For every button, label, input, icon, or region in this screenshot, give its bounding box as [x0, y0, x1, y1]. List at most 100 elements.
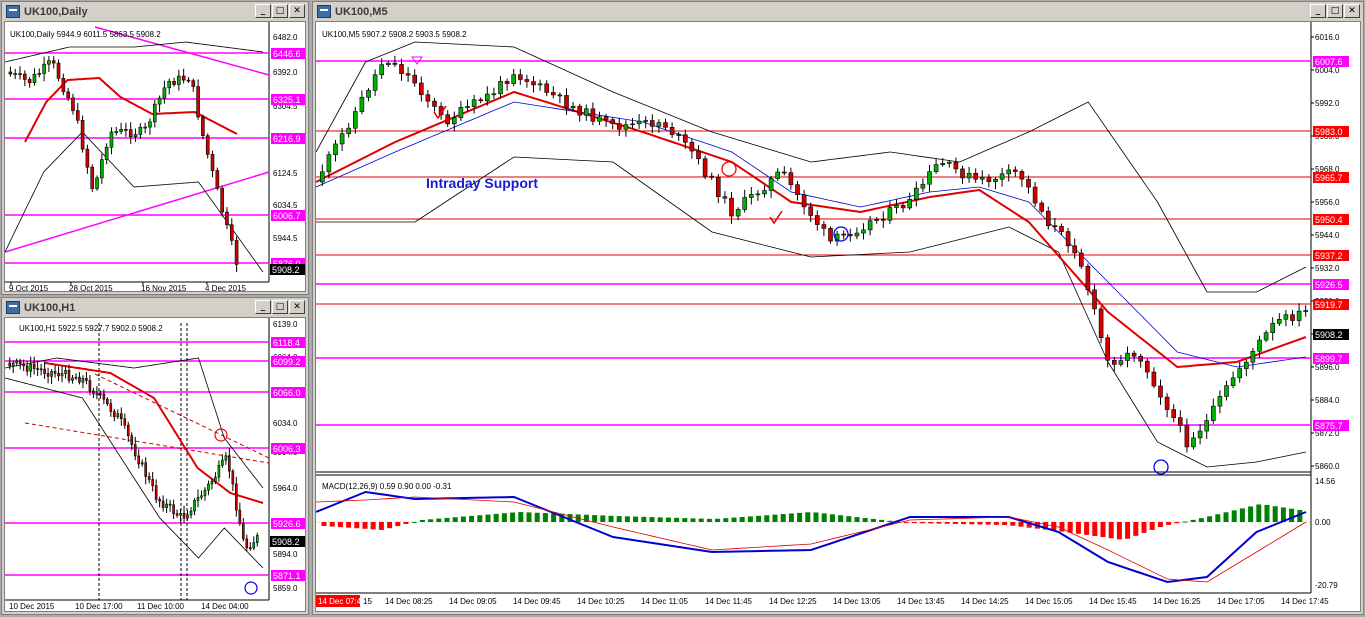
m5-candle — [755, 193, 761, 196]
m5-candle — [649, 120, 655, 127]
m5-chart-window[interactable]: UK100,M5 _ □ ✕ 6016.06004.05992.05980.05… — [312, 1, 1364, 615]
m5-candle — [953, 161, 959, 170]
maximize-button[interactable]: □ — [272, 4, 288, 18]
macd-histogram-bar — [1272, 506, 1278, 522]
h1-candle — [196, 497, 200, 501]
close-button[interactable]: ✕ — [1344, 4, 1360, 18]
m5-candle — [1065, 231, 1071, 247]
minimize-button[interactable]: _ — [1310, 4, 1326, 18]
macd-histogram-bar — [1256, 504, 1262, 522]
m5-candle — [1039, 202, 1045, 212]
m5-candle — [894, 205, 899, 208]
minimize-button[interactable]: _ — [255, 300, 271, 314]
macd-histogram-bar — [797, 512, 803, 522]
m5-candle — [590, 108, 596, 122]
h1-candle — [113, 411, 116, 418]
level-tag: 5926.5 — [1315, 280, 1343, 290]
h1-chart-canvas[interactable]: 6139.06064.06034.05994.05964.05894.05859… — [5, 318, 306, 612]
h1-candle — [203, 489, 207, 497]
daily-candle — [95, 177, 99, 189]
m5-candle — [636, 120, 642, 125]
m5-candle — [1019, 171, 1025, 180]
macd-histogram-bar — [731, 517, 737, 522]
h1-candle — [29, 363, 32, 372]
m5-candle — [544, 83, 549, 93]
macd-histogram-bar — [887, 520, 893, 522]
m5-candle — [1012, 169, 1018, 172]
daily-candle — [8, 71, 13, 75]
h1-candle — [175, 513, 179, 516]
macd-histogram-bar — [1018, 522, 1024, 527]
h1-candle — [99, 393, 102, 395]
macd-histogram-bar — [920, 522, 926, 524]
macd-histogram-bar — [411, 521, 417, 523]
macd-histogram-bar — [747, 516, 753, 522]
h1-window-titlebar[interactable]: UK100,H1 _ □ ✕ — [3, 299, 307, 316]
daily-candle — [47, 60, 51, 65]
price-axis-label: 6392.0 — [273, 68, 298, 77]
m5-chart-area[interactable]: 6016.06004.05992.05980.05968.05956.05944… — [315, 21, 1361, 612]
macd-histogram-bar — [764, 515, 770, 522]
h1-candle — [102, 393, 106, 400]
m5-candle — [597, 116, 602, 122]
m5-candle — [927, 171, 932, 185]
m5-candle — [485, 93, 490, 102]
daily-chart-window[interactable]: UK100,Daily _ □ ✕ 6482.06392.06304.56214… — [1, 1, 309, 295]
macd-histogram-bar — [1248, 506, 1254, 522]
smiley-marker-icon — [244, 581, 258, 595]
daily-chart-area[interactable]: 6482.06392.06304.56214.56124.56034.55944… — [4, 21, 306, 292]
daily-window-titlebar[interactable]: UK100,Daily _ □ ✕ — [3, 3, 307, 20]
h1-candle — [255, 535, 259, 543]
time-axis-label: 14 Dec 13:45 — [897, 597, 945, 606]
maximize-button[interactable]: □ — [1327, 4, 1343, 18]
m5-candle — [1184, 425, 1190, 448]
macd-histogram-bar — [436, 518, 442, 522]
maximize-button[interactable]: □ — [272, 300, 288, 314]
m5-candle — [557, 94, 563, 97]
m5-candle — [352, 111, 358, 129]
m5-candle — [577, 105, 583, 116]
h1-candle — [144, 462, 148, 477]
m5-candle — [551, 92, 556, 96]
m5-window-titlebar[interactable]: UK100,M5 _ □ ✕ — [314, 3, 1362, 20]
daily-candle — [90, 166, 95, 189]
m5-candle — [1177, 417, 1183, 426]
time-axis-label: 14 Dec 15:45 — [1089, 597, 1137, 606]
daily-candle — [201, 116, 205, 136]
macd-histogram-bar — [936, 522, 942, 524]
close-button[interactable]: ✕ — [289, 4, 305, 18]
macd-histogram-bar — [969, 522, 975, 525]
h1-candle — [88, 380, 92, 392]
bollinger-lower — [5, 377, 264, 569]
daily-candle — [152, 103, 157, 123]
h1-candle — [242, 523, 245, 540]
daily-candle — [51, 60, 56, 64]
macd-histogram-bar — [1149, 522, 1155, 530]
h1-chart-area[interactable]: 6139.06064.06034.05994.05964.05894.05859… — [4, 317, 306, 612]
daily-candle — [13, 73, 18, 75]
close-button[interactable]: ✕ — [289, 300, 305, 314]
m5-chart-canvas[interactable]: 6016.06004.05992.05980.05968.05956.05944… — [316, 22, 1361, 612]
price-axis-label: 5932.0 — [1315, 264, 1340, 273]
h1-chart-window[interactable]: UK100,H1 _ □ ✕ 6139.06064.06034.05994.05… — [1, 297, 309, 615]
level-tag: 5899.7 — [1315, 354, 1343, 364]
macd-histogram-bar — [772, 514, 778, 522]
m5-candle — [1230, 377, 1236, 386]
m5-candle — [1052, 225, 1058, 228]
time-axis-label: 14 Dec 17:05 — [1217, 597, 1265, 606]
time-axis-label: 14 Dec 13:05 — [833, 597, 881, 606]
m5-candle — [709, 175, 715, 178]
macd-histogram-bar — [395, 522, 401, 527]
h1-candle — [126, 424, 130, 437]
m5-candle — [570, 105, 576, 109]
current-price-tag: 5908.2 — [1315, 330, 1343, 340]
support-trendline — [5, 171, 270, 253]
macd-scale-label: 14.56 — [1315, 477, 1336, 486]
macd-histogram-bar — [870, 518, 876, 522]
m5-candle — [531, 81, 536, 86]
level-tag: 5875.7 — [1315, 421, 1343, 431]
minimize-button[interactable]: _ — [255, 4, 271, 18]
daily-candle — [27, 79, 32, 84]
daily-candle — [133, 134, 138, 137]
daily-chart-canvas[interactable]: 6482.06392.06304.56214.56124.56034.55944… — [5, 22, 306, 292]
